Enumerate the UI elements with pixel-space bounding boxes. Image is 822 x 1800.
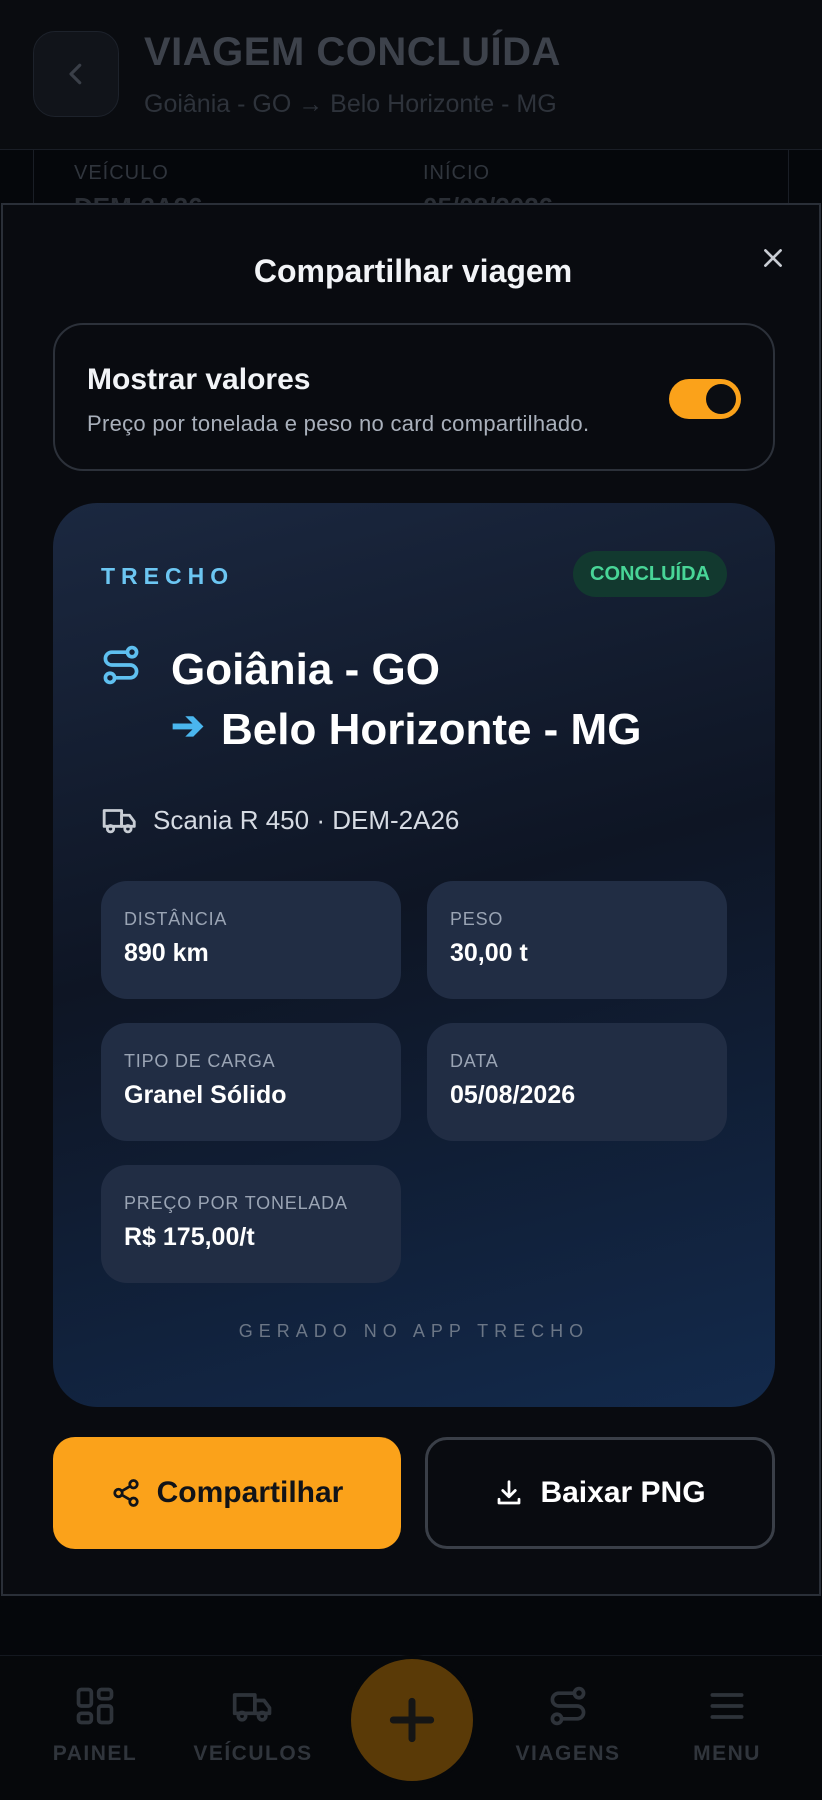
add-trip-button[interactable] (347, 1655, 477, 1785)
brand-label: TRECHO (101, 563, 235, 589)
download-png-button[interactable]: Baixar PNG (425, 1437, 775, 1549)
stat-distance: DISTÂNCIA 890 km (101, 881, 401, 999)
nav-label: VIAGENS (515, 1742, 621, 1765)
toggle-description: Preço por tonelada e peso no card compar… (87, 411, 590, 436)
arrow-right-icon: ➔ (171, 704, 205, 748)
page-title: VIAGEM CONCLUÍDA (144, 30, 561, 74)
stat-price-per-ton: PREÇO POR TONELADA R$ 175,00/t (101, 1165, 401, 1283)
show-values-toggle[interactable] (669, 379, 741, 419)
stat-value: R$ 175,00/t (124, 1223, 255, 1251)
vehicle-row: Scania R 450 · DEM-2A26 (101, 801, 459, 839)
plus-icon (389, 1697, 435, 1743)
page-subtitle: Goiânia - GO → Belo Horizonte - MG (144, 90, 557, 118)
close-button[interactable] (753, 238, 793, 278)
trip-share-card: TRECHO CONCLUÍDA Goiânia - GO ➔ Belo Hor… (53, 503, 775, 1407)
nav-item-viagens[interactable]: VIAGENS (498, 1684, 638, 1766)
toggle-knob (706, 384, 736, 414)
nav-item-veiculos[interactable]: VEÍCULOS (183, 1684, 323, 1766)
nav-item-painel[interactable]: PAINEL (25, 1684, 165, 1766)
route-icon (103, 645, 139, 685)
start-label: INÍCIO (423, 162, 491, 184)
vehicle-info: Scania R 450 · DEM-2A26 (153, 804, 460, 835)
stat-weight: PESO 30,00 t (427, 881, 727, 999)
route-icon (550, 1686, 586, 1726)
status-badge: CONCLUÍDA (573, 551, 727, 597)
toggle-title: Mostrar valores (87, 363, 311, 396)
stat-label: PREÇO POR TONELADA (124, 1193, 348, 1213)
stat-value: 30,00 t (450, 939, 528, 967)
menu-icon (710, 1693, 744, 1719)
stat-label: DISTÂNCIA (124, 909, 228, 929)
nav-label: VEÍCULOS (193, 1742, 313, 1765)
stat-cargo-type: TIPO DE CARGA Granel Sólido (101, 1023, 401, 1141)
stat-value: 890 km (124, 939, 209, 967)
nav-label: MENU (693, 1742, 761, 1765)
generated-footer: GERADO NO APP TRECHO (238, 1321, 590, 1341)
stat-label: TIPO DE CARGA (124, 1051, 276, 1071)
stat-date: DATA 05/08/2026 (427, 1023, 727, 1141)
stat-label: PESO (450, 909, 504, 929)
share-label: Compartilhar (156, 1476, 344, 1509)
share-icon (113, 1479, 139, 1507)
share-button[interactable]: Compartilhar (53, 1437, 401, 1549)
grid-icon (76, 1687, 114, 1725)
stat-value: Granel Sólido (124, 1081, 287, 1109)
stat-value: 05/08/2026 (450, 1081, 576, 1109)
modal-title: Compartilhar viagem (253, 253, 573, 289)
nav-label: PAINEL (52, 1742, 138, 1765)
share-modal: Compartilhar viagem Mostrar valores Preç… (1, 203, 821, 1596)
truck-icon (232, 1693, 272, 1722)
chevron-left-icon (69, 63, 82, 85)
download-label: Baixar PNG (540, 1476, 706, 1509)
stat-label: DATA (450, 1051, 499, 1071)
back-button[interactable] (33, 31, 119, 117)
truck-icon (102, 809, 136, 834)
download-icon (498, 1480, 521, 1505)
close-icon (764, 249, 782, 267)
vehicle-label: VEÍCULO (74, 162, 169, 184)
nav-item-menu[interactable]: MENU (657, 1684, 797, 1766)
page-header: VIAGEM CONCLUÍDA Goiânia - GO → Belo Hor… (0, 0, 822, 150)
show-values-setting: Mostrar valores Preço por tonelada e pes… (53, 323, 775, 471)
route-destination: Belo Horizonte - MG (221, 705, 642, 754)
route-origin: Goiânia - GO (171, 645, 440, 694)
